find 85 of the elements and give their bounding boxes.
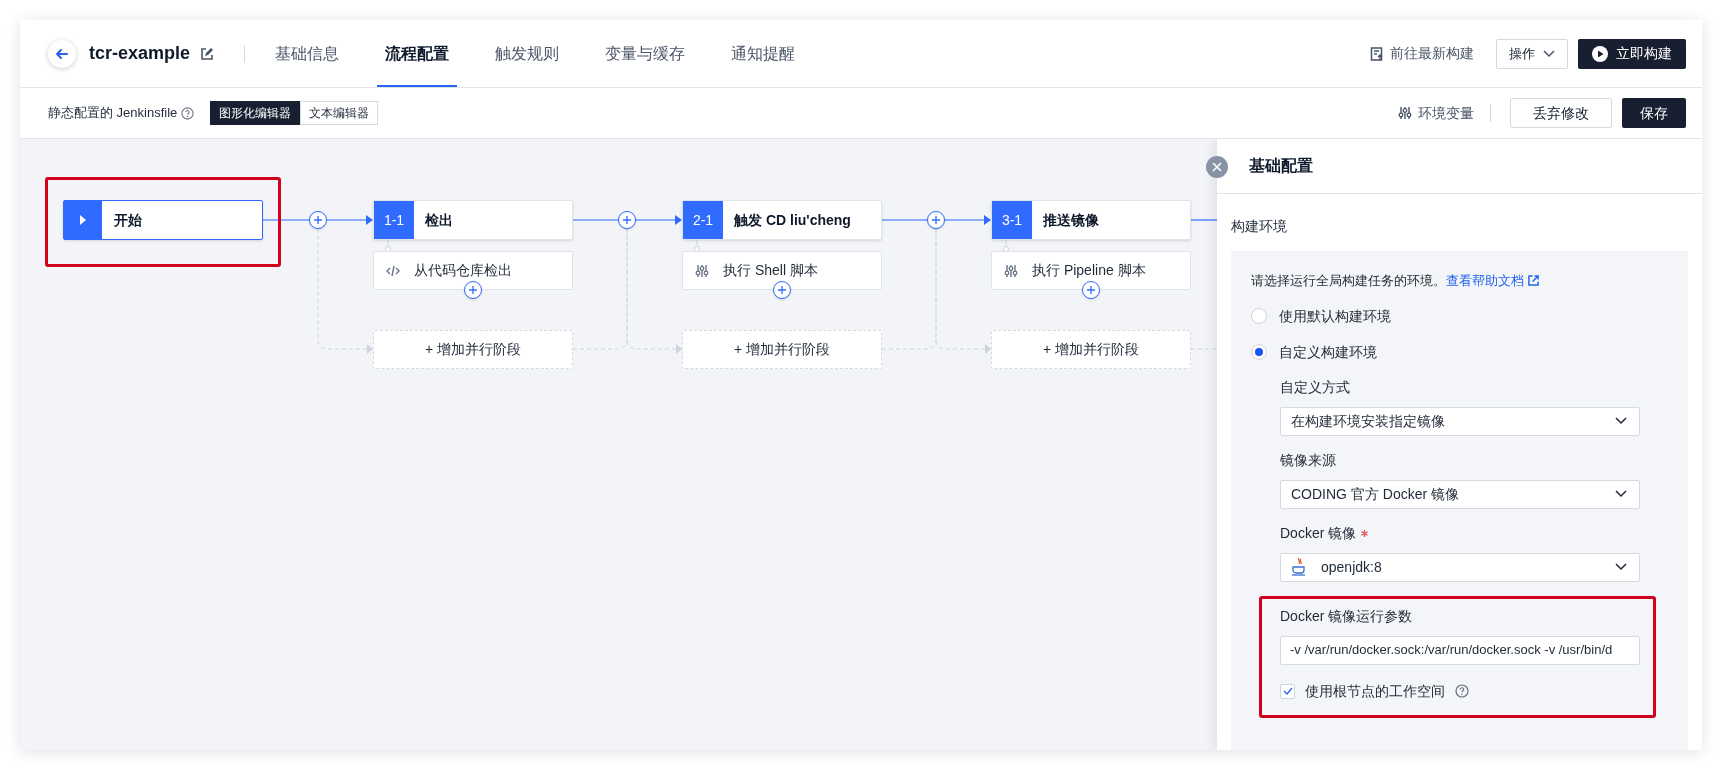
help-docs-link[interactable]: 查看帮助文档 bbox=[1446, 271, 1539, 291]
plus-icon bbox=[777, 285, 787, 295]
operations-dropdown[interactable]: 操作 bbox=[1496, 38, 1568, 69]
sliders-icon bbox=[695, 263, 709, 278]
stage-node[interactable]: 1-1 检出 bbox=[373, 200, 573, 240]
text-input[interactable]: -v /var/run/docker.sock:/var/run/docker.sock -v /usr/bin/d bbox=[1280, 635, 1640, 665]
stage-index: 3-1 bbox=[992, 201, 1032, 239]
add-stage-button[interactable] bbox=[927, 211, 945, 229]
nav-tab[interactable]: 变量与缓存 bbox=[597, 20, 694, 87]
connector-arrow bbox=[326, 215, 373, 225]
chevron-down-icon bbox=[1615, 490, 1627, 498]
connector-line bbox=[1003, 239, 1009, 252]
environment-variables-button[interactable]: 环境变量 bbox=[1398, 102, 1474, 124]
arrow-left-icon bbox=[55, 46, 69, 61]
stage-node[interactable]: 3-1 推送镜像 bbox=[991, 200, 1191, 240]
check-icon bbox=[1282, 687, 1293, 695]
add-stage-button[interactable] bbox=[618, 211, 636, 229]
connector-arrow bbox=[635, 215, 682, 225]
external-link-icon bbox=[1528, 275, 1539, 287]
step-card[interactable]: 从代码仓库检出 bbox=[373, 251, 573, 290]
radio-option[interactable]: 使用默认构建环境 bbox=[1251, 305, 1688, 327]
stage-node[interactable]: 2-1 触发 CD liu'cheng bbox=[682, 200, 882, 240]
field-label: Docker 镜像运行参数 bbox=[1280, 606, 1413, 626]
panel-title: 基础配置 bbox=[1249, 156, 1313, 176]
close-button[interactable] bbox=[1206, 156, 1228, 178]
section-title: 构建环境 bbox=[1231, 217, 1288, 236]
discard-changes-button[interactable]: 丢弃修改 bbox=[1510, 98, 1612, 128]
connector-line bbox=[572, 219, 619, 221]
intro-text: 请选择运行全局构建任务的环境。 bbox=[1251, 272, 1446, 290]
nav-tab[interactable]: 触发规则 bbox=[487, 20, 568, 87]
select-dropdown[interactable]: 在构建环境安装指定镜像 bbox=[1280, 406, 1640, 436]
save-button[interactable]: 保存 bbox=[1622, 98, 1686, 128]
editor-mode-toggle[interactable]: 图形化编辑器 bbox=[210, 101, 301, 125]
stage-index: 2-1 bbox=[683, 201, 723, 239]
nav-tab[interactable]: 基础信息 bbox=[267, 20, 348, 87]
connector-arrow bbox=[944, 215, 991, 225]
checkbox-option[interactable]: 使用根节点的工作空间 bbox=[1280, 680, 1445, 702]
add-stage-button[interactable] bbox=[309, 211, 327, 229]
chevron-down-icon bbox=[1615, 563, 1627, 571]
jenkinsfile-label: 静态配置的 Jenkinsfile bbox=[48, 104, 178, 123]
add-parallel-stage-button[interactable]: + 增加并行阶段 bbox=[991, 330, 1191, 369]
latest-build-link[interactable]: 前往最新构建 bbox=[1370, 43, 1474, 64]
plus-icon bbox=[468, 285, 478, 295]
plus-icon bbox=[931, 215, 941, 225]
help-icon[interactable] bbox=[1455, 684, 1469, 698]
back-button[interactable] bbox=[48, 39, 76, 68]
step-card[interactable]: 执行 Shell 脚本 bbox=[682, 251, 882, 290]
chevron-down-icon bbox=[1543, 49, 1555, 58]
connector-line bbox=[385, 239, 391, 252]
sliders-icon bbox=[1398, 106, 1412, 120]
play-icon bbox=[1592, 45, 1608, 62]
stage-name: 推送镜像 bbox=[1043, 210, 1099, 230]
help-icon[interactable] bbox=[181, 106, 195, 120]
nav-tab[interactable]: 流程配置 bbox=[377, 20, 458, 87]
step-card[interactable]: 执行 Pipeline 脚本 bbox=[991, 251, 1191, 290]
close-icon bbox=[1212, 162, 1222, 172]
connector-line bbox=[262, 219, 310, 221]
document-icon bbox=[1370, 46, 1384, 61]
stage-name: 检出 bbox=[425, 210, 453, 230]
connector-line bbox=[881, 219, 928, 221]
build-now-button[interactable]: 立即构建 bbox=[1578, 38, 1686, 69]
project-name: tcr-example bbox=[89, 42, 191, 65]
nav-tab[interactable]: 通知提醒 bbox=[723, 20, 804, 87]
start-node[interactable]: 开始 bbox=[63, 200, 263, 240]
chevron-down-icon bbox=[1615, 417, 1627, 425]
radio-option[interactable]: 自定义构建环境 bbox=[1251, 341, 1688, 363]
select-dropdown[interactable]: CODING 官方 Docker 镜像 bbox=[1280, 479, 1640, 509]
select-dropdown[interactable]: openjdk:8 bbox=[1280, 552, 1640, 582]
stage-index: 1-1 bbox=[374, 201, 414, 239]
connector-line bbox=[694, 239, 700, 252]
field-label: Docker 镜像 bbox=[1280, 523, 1357, 543]
connector-line bbox=[1190, 219, 1220, 221]
plus-icon bbox=[313, 215, 323, 225]
field-label: 自定义方式 bbox=[1280, 377, 1350, 397]
field-label: 镜像来源 bbox=[1280, 450, 1336, 470]
edit-icon[interactable] bbox=[200, 46, 215, 61]
add-parallel-stage-button[interactable]: + 增加并行阶段 bbox=[682, 330, 882, 369]
add-parallel-stage-button[interactable]: + 增加并行阶段 bbox=[373, 330, 573, 369]
plus-icon bbox=[622, 215, 632, 225]
code-icon bbox=[386, 264, 400, 277]
sliders-icon bbox=[1004, 263, 1018, 278]
stage-name: 触发 CD liu'cheng bbox=[734, 210, 851, 230]
play-icon bbox=[64, 201, 102, 239]
plus-icon bbox=[1086, 285, 1096, 295]
editor-mode-toggle[interactable]: 文本编辑器 bbox=[300, 101, 379, 125]
